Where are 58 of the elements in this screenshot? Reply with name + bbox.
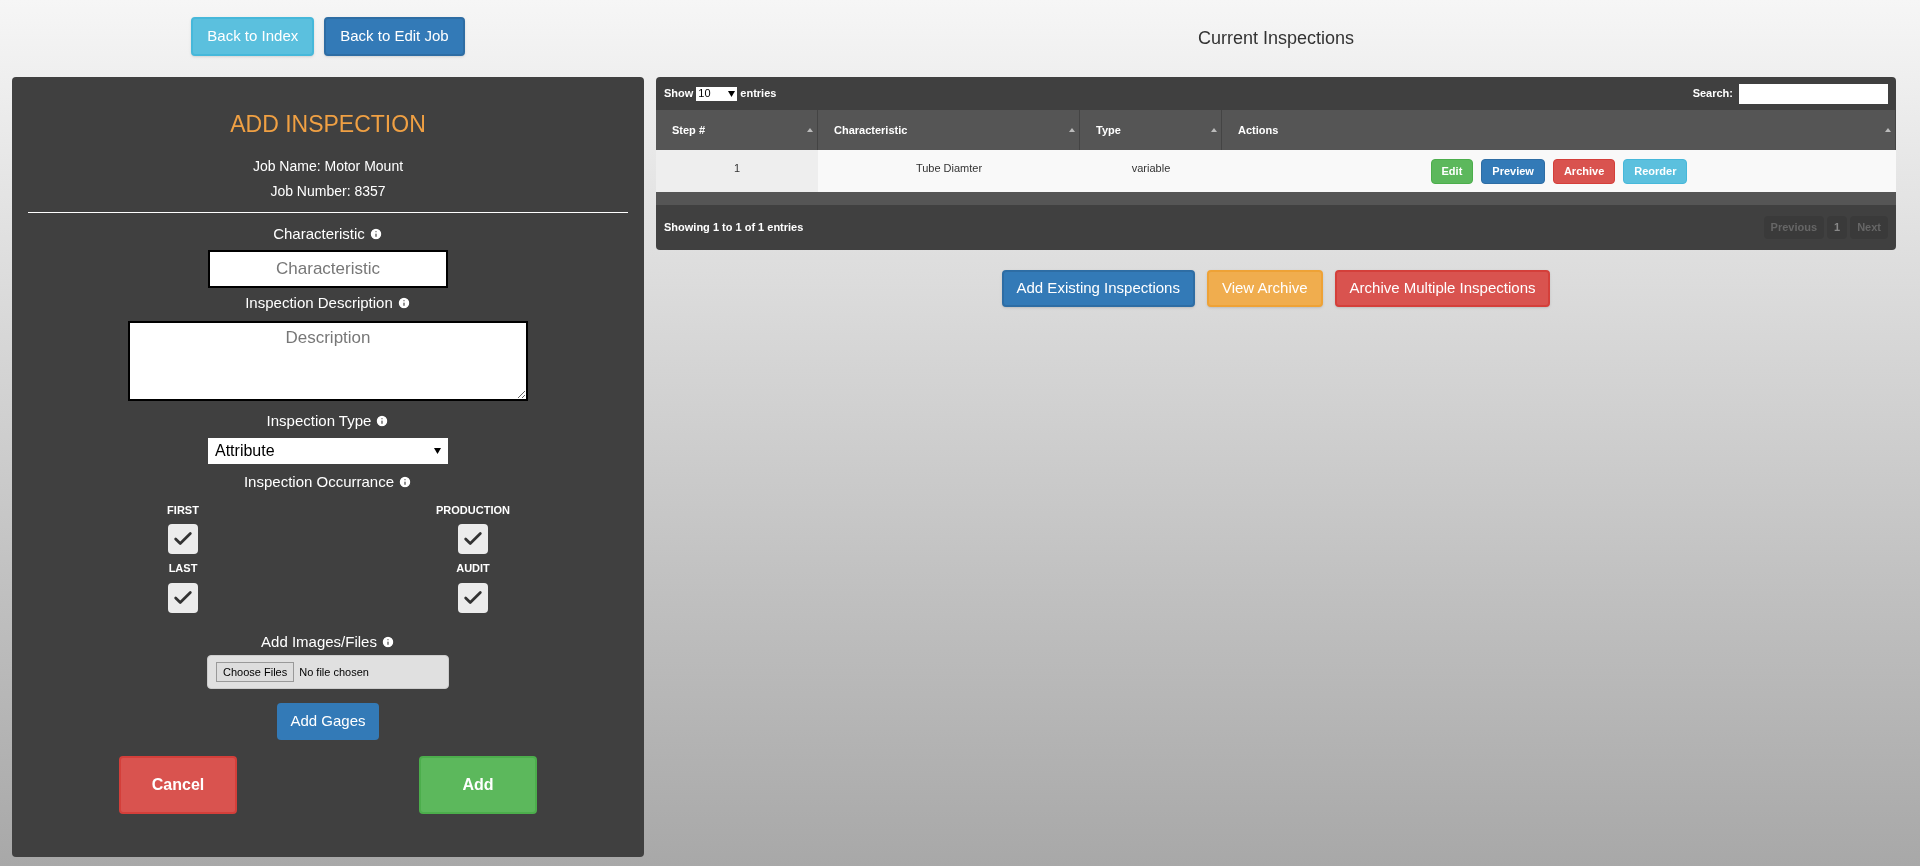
scrollbar[interactable] [656,192,1896,205]
column-header[interactable]: Actions [1238,121,1279,139]
table-info: Showing 1 to 1 of 1 entries [664,220,804,236]
file-status: No file chosen [299,664,369,680]
page-size-select[interactable]: 10 [696,86,738,101]
description-field[interactable]: Description [128,320,528,401]
checkbox-label: PRODUCTION [436,502,510,518]
checkbox-label: LAST [168,561,198,576]
job-name: Job Name: Motor Mount [252,156,404,176]
checkbox-label: FIRST [167,502,199,518]
field-label: Inspection Description [245,293,393,313]
caret-icon [434,448,441,454]
action-button[interactable]: Archive Multiple Inspections [1334,270,1551,307]
characteristic-field[interactable]: Characteristic [208,250,448,288]
add-button[interactable]: Add [419,756,537,814]
checkbox[interactable] [168,524,198,554]
field-label: Inspection Occurrance [243,472,395,492]
section-title: Current Inspections [1197,27,1355,50]
info-icon[interactable] [368,226,383,241]
checkbox[interactable] [168,582,198,613]
info-icon[interactable] [398,475,413,490]
sort-icon[interactable] [807,128,813,132]
form-title: ADD INSPECTION [230,110,426,139]
info-icon[interactable] [396,296,411,311]
choose-files-button[interactable]: Choose Files [216,661,295,683]
checkbox[interactable] [458,582,488,613]
checkbox[interactable] [458,524,488,554]
column-header[interactable]: Characteristic [834,121,908,139]
action-button[interactable]: Preview [1481,158,1545,184]
field-label: Characteristic [273,223,365,244]
add-gages-button[interactable]: Add Gages [277,703,379,740]
action-button[interactable]: Add Existing Inspections [1001,270,1195,307]
sort-icon[interactable] [1211,128,1217,132]
table-cell-text: Tube Diamter [915,161,983,176]
job-number: Job Number: 8357 [270,181,386,201]
table-cell-text: 1 [733,161,741,176]
info-icon[interactable] [375,413,390,428]
action-button[interactable]: Edit [1430,158,1474,184]
action-button[interactable]: Archive [1552,158,1616,184]
field-label: Inspection Type [266,410,372,431]
search-label: Search: [1692,86,1733,102]
sort-icon[interactable] [1069,128,1075,132]
search-field[interactable] [1739,83,1888,104]
nav-button[interactable]: Back to Edit Job [324,17,465,56]
checkbox-label: AUDIT [456,561,490,576]
field-label: Add Images/Files [261,631,377,652]
sort-icon[interactable] [1885,128,1891,132]
caret-icon [728,90,736,97]
entries-label: entries [740,86,777,102]
info-icon[interactable] [380,634,395,649]
type-select[interactable]: Attribute [208,438,448,464]
column-header[interactable]: Type [1096,121,1121,139]
cancel-button[interactable]: Cancel [119,756,237,814]
show-label: Show [664,86,694,102]
column-header[interactable]: Step # [672,121,705,139]
pagination-button[interactable]: 1 [1827,216,1848,239]
file-field[interactable]: Choose Files No file chosen [207,655,449,689]
table-cell-text: variable [1131,161,1171,176]
